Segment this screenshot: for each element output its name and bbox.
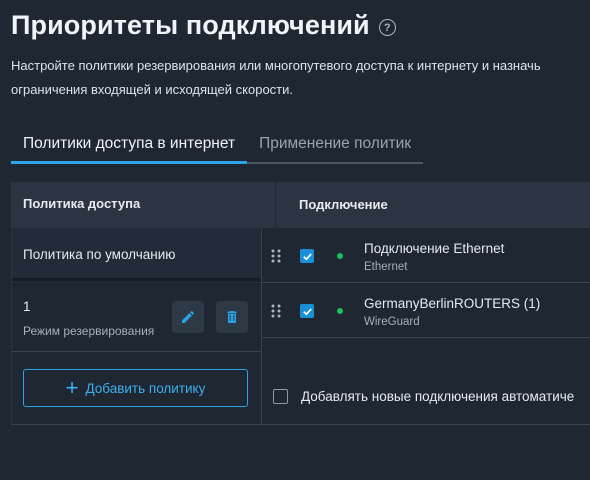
auto-add-checkbox[interactable] [273,389,288,404]
table-header: Политика доступа Подключение [11,182,590,228]
delete-policy-button[interactable] [216,301,248,333]
connection-checkbox[interactable] [300,249,314,263]
connection-row: GermanyBerlinROUTERS (1) WireGuard [262,283,590,338]
add-policy-button[interactable]: + Добавить политику [23,369,248,407]
connection-checkbox[interactable] [300,304,314,318]
policy-name: 1 [23,299,31,314]
status-dot [337,253,343,259]
policy-item-default[interactable]: Политика по умолчанию [11,228,261,283]
title-row: Приоритеты подключений ? [11,10,396,41]
tabs: Политики доступа в интернет Применение п… [11,127,424,164]
add-policy-label: Добавить политику [85,380,206,396]
edit-policy-button[interactable] [172,301,204,333]
connection-type: Ethernet [364,261,408,273]
pencil-icon [182,310,195,323]
drag-handle-icon[interactable] [271,304,281,318]
check-icon [302,252,312,260]
auto-add-row[interactable]: Добавлять новые подключения автоматиче [273,389,574,404]
status-dot [337,308,343,314]
policy-mode: Режим резервирования [23,324,155,338]
auto-add-label: Добавлять новые подключения автоматиче [301,389,575,404]
column-header-connection: Подключение [299,197,388,212]
tab-internet-policies[interactable]: Политики доступа в интернет [11,127,248,164]
page-title: Приоритеты подключений [11,10,370,40]
connection-type: WireGuard [364,316,420,328]
drag-handle-icon[interactable] [271,249,281,263]
page-description: Настройте политики резервирования или мн… [11,54,590,102]
connection-row: Подключение Ethernet Ethernet [262,228,590,283]
trash-icon [227,311,237,323]
policy-item-1[interactable]: 1 Режим резервирования [11,283,261,352]
table-left-border [11,228,12,424]
tab-apply-policies[interactable]: Применение политик [247,127,424,164]
row-shadow [11,278,261,286]
question-circle-icon[interactable]: ? [378,19,396,36]
connection-name: Подключение Ethernet [364,241,505,256]
description-line-2: ограничения входящей и исходящей скорост… [11,82,294,97]
connection-name: GermanyBerlinROUTERS (1) [364,296,541,311]
column-header-policy: Политика доступа [23,196,141,211]
table-bottom-border [11,424,590,425]
check-icon [302,307,312,315]
description-line-1: Настройте политики резервирования или мн… [11,58,541,73]
header-divider [275,182,276,228]
policy-list: Политика по умолчанию 1 Режим резервиров… [11,228,261,352]
plus-icon: + [65,375,79,400]
policy-name: Политика по умолчанию [23,247,176,262]
